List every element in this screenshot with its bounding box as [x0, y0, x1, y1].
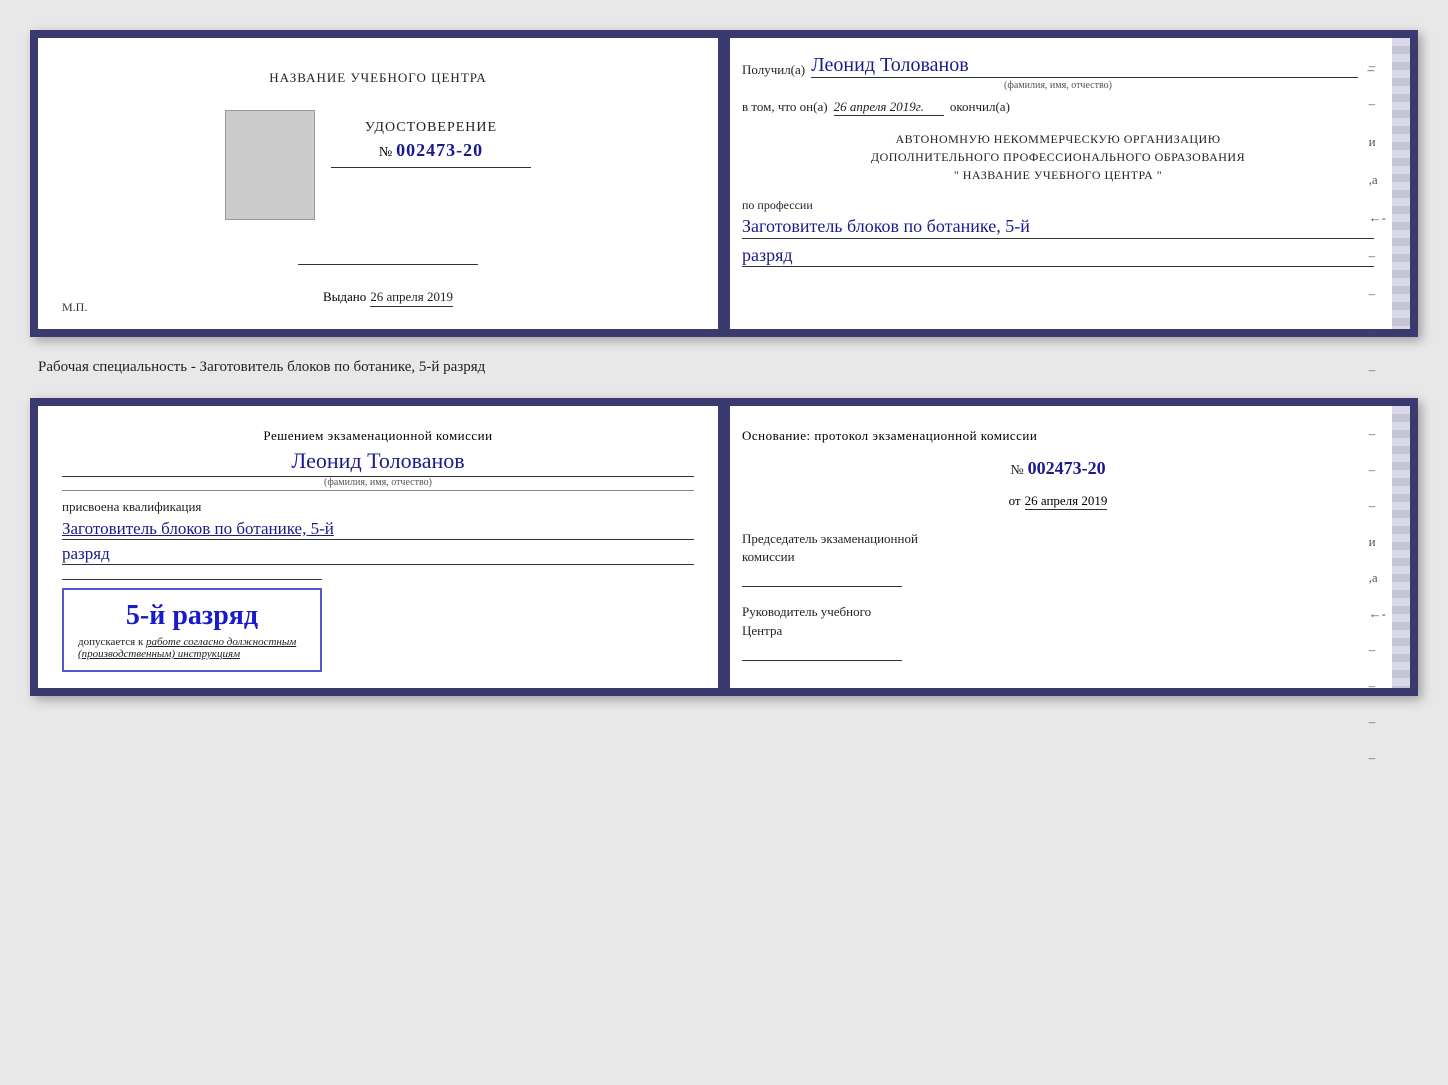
edge2-i: и — [1369, 534, 1386, 550]
ot-line: от 26 апреля 2019 — [742, 493, 1374, 510]
signature-line-left — [298, 264, 478, 265]
bottom-right-edge: – – – и ,а ←- – – – – — [1369, 426, 1386, 766]
photo-placeholder — [225, 110, 315, 220]
qualification-value: Заготовитель блоков по ботанике, 5-й — [62, 519, 694, 540]
stamp-dopuskaetsya: допускается к работе согласно должностны… — [78, 636, 306, 648]
edge-left: ←- — [1369, 210, 1386, 226]
edge2-left: ←- — [1369, 606, 1386, 622]
osnovanie-text: Основание: протокол экзаменационной коми… — [742, 428, 1374, 444]
org-block: АВТОНОМНУЮ НЕКОММЕРЧЕСКУЮ ОРГАНИЗАЦИЮ ДО… — [742, 130, 1374, 184]
chairman-signature-line — [742, 586, 902, 587]
prisvoena-text: присвоена квалификация — [62, 499, 694, 515]
top-doc-right: Получил(а) Леонид Толованов – (фамилия, … — [718, 38, 1410, 329]
udostoverenie-block: УДОСТОВЕРЕНИЕ № 002473-20 — [331, 120, 531, 168]
chairman-line2: комиссии — [742, 549, 795, 564]
profession-block: по профессии Заготовитель блоков по бота… — [742, 198, 1374, 267]
vtom-date: 26 апреля 2019г. — [834, 99, 944, 116]
vydano-label: Выдано — [323, 289, 366, 305]
mp-label: М.П. — [62, 300, 87, 315]
razryad-value2: разряд — [62, 544, 694, 565]
ot-prefix: от — [1009, 493, 1021, 509]
chairman-text: Председатель экзаменационной комиссии — [742, 530, 1374, 566]
page-container: НАЗВАНИЕ УЧЕБНОГО ЦЕНТРА УДОСТОВЕРЕНИЕ №… — [20, 20, 1428, 706]
po-professii-label: по профессии — [742, 198, 1374, 213]
rukovoditel-block: Руководитель учебного Центра — [742, 603, 1374, 660]
razryad-value: разряд — [742, 245, 1374, 267]
vydano-block: Выдано 26 апреля 2019 — [323, 289, 453, 307]
dopuskaetsya-label: допускается к — [78, 636, 143, 648]
rukovoditel-text: Руководитель учебного Центра — [742, 603, 1374, 639]
stamp-box: 5-й разряд допускается к работе согласно… — [62, 588, 322, 672]
number-prefix: № — [379, 145, 392, 161]
vtom-suffix: окончил(а) — [950, 99, 1010, 115]
top-left-title: НАЗВАНИЕ УЧЕБНОГО ЦЕНТРА — [269, 70, 486, 86]
vtom-prefix: в том, что он(а) — [742, 99, 828, 115]
rabote-label: работе согласно должностным — [146, 636, 296, 648]
bottom-doc-left: Решением экзаменационной комиссии Леонид… — [38, 406, 718, 688]
resheniyem-text: Решением экзаменационной комиссии — [62, 428, 694, 444]
recipient-label: Получил(а) — [742, 62, 805, 78]
edge2-ya: ,а — [1369, 570, 1386, 586]
rukovoditel-line1: Руководитель учебного — [742, 604, 871, 619]
protocol-number: 002473-20 — [1028, 458, 1106, 479]
bottom-doc-right: Основание: протокол экзаменационной коми… — [718, 406, 1410, 688]
bottom-document: Решением экзаменационной комиссии Леонид… — [30, 398, 1418, 696]
udostoverenie-number: 002473-20 — [396, 140, 483, 161]
bottom-number-prefix: № — [1010, 463, 1023, 479]
top-document: НАЗВАНИЕ УЧЕБНОГО ЦЕНТРА УДОСТОВЕРЕНИЕ №… — [30, 30, 1418, 337]
bottom-person-name: Леонид Толованов — [62, 448, 694, 477]
ot-date: 26 апреля 2019 — [1025, 493, 1108, 510]
chairman-block: Председатель экзаменационной комиссии — [742, 530, 1374, 587]
recipient-name: Леонид Толованов — [811, 54, 1357, 78]
rukovoditel-signature-line — [742, 660, 902, 661]
bottom-fio-sub: (фамилия, имя, отчество) — [62, 477, 694, 491]
right-edge-dashes: – – и ,а ←- – – – – — [1369, 58, 1386, 378]
vydano-date: 26 апреля 2019 — [370, 289, 453, 307]
org-line3: " НАЗВАНИЕ УЧЕБНОГО ЦЕНТРА " — [742, 166, 1374, 184]
specialty-label: Рабочая специальность - Заготовитель бло… — [30, 355, 1418, 380]
edge-ya: ,а — [1369, 172, 1386, 188]
top-doc-left: НАЗВАНИЕ УЧЕБНОГО ЦЕНТРА УДОСТОВЕРЕНИЕ №… — [38, 38, 718, 329]
org-line1: АВТОНОМНУЮ НЕКОММЕРЧЕСКУЮ ОРГАНИЗАЦИЮ — [742, 130, 1374, 148]
chairman-line1: Председатель экзаменационной — [742, 531, 918, 546]
profession-value: Заготовитель блоков по ботанике, 5-й — [742, 215, 1374, 239]
org-line2: ДОПОЛНИТЕЛЬНОГО ПРОФЕССИОНАЛЬНОГО ОБРАЗО… — [742, 148, 1374, 166]
vtom-line: в том, что он(а) 26 апреля 2019г. окончи… — [742, 99, 1374, 116]
fio-sublabel: (фамилия, имя, отчество) — [742, 80, 1374, 91]
rukovoditel-line2: Центра — [742, 623, 782, 638]
recipient-line: Получил(а) Леонид Толованов – — [742, 54, 1374, 78]
udostoverenie-title: УДОСТОВЕРЕНИЕ — [331, 120, 531, 136]
instruktsiyam-label: (производственным) инструкциям — [78, 648, 306, 660]
edge-i: и — [1369, 134, 1386, 150]
number-underline — [331, 167, 531, 168]
bottom-sig-line1 — [62, 579, 322, 580]
stamp-razryad: 5-й разряд — [78, 600, 306, 632]
